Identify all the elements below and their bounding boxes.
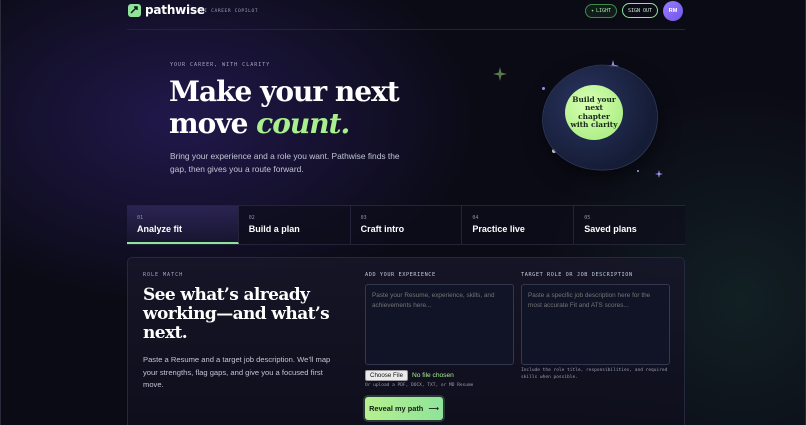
tab-label: Practice live — [472, 224, 525, 234]
hero-title-accent: count. — [256, 107, 350, 140]
panel-title: See what’s already working—and what’s ne… — [143, 285, 330, 343]
tab-build-plan[interactable]: 02 Build a plan — [238, 206, 351, 244]
experience-input[interactable] — [365, 284, 514, 365]
step-tabs: 01 Analyze fit 02 Build a plan 03 Craft … — [127, 205, 685, 245]
hero-subtitle: Bring your experience and a role you wan… — [170, 151, 400, 174]
theme-toggle-label: LIGHT — [595, 8, 612, 14]
tab-number: 01 — [137, 215, 144, 221]
tab-label: Build a plan — [248, 224, 300, 234]
choose-file-button[interactable]: Choose File — [365, 370, 409, 381]
tab-saved-plans[interactable]: 05 Saved plans — [574, 206, 685, 244]
sun-icon: ✦ — [590, 8, 594, 14]
panel-subtitle: Paste a Resume and a target job descript… — [143, 355, 331, 389]
tab-number: 02 — [248, 215, 255, 221]
hero-title-line1: Make your next — [169, 75, 400, 108]
app-frame: pathwise AI CAREER COPILOT ✦ LIGHT SIGN … — [0, 0, 806, 425]
tab-number: 04 — [472, 215, 479, 221]
brand-tagline: AI CAREER COPILOT — [201, 9, 259, 14]
tab-number: 05 — [584, 215, 591, 221]
tab-analyze-fit[interactable]: 01 Analyze fit — [127, 206, 239, 244]
tab-number: 03 — [360, 215, 367, 221]
theme-toggle-button[interactable]: ✦ LIGHT — [585, 4, 617, 18]
logo-icon — [128, 4, 141, 17]
role-match-panel: ROLE MATCH See what’s already working—an… — [127, 257, 685, 425]
file-status: No file chosen — [412, 372, 454, 379]
tab-craft-intro[interactable]: 03 Craft intro — [350, 206, 463, 244]
hero-title: Make your next move count. — [169, 76, 429, 140]
arrow-right-icon: ⟶ — [428, 404, 439, 413]
tab-label: Analyze fit — [137, 224, 183, 234]
upload-hint: Or upload a PDF, DOCX, TXT, or MD Resume — [365, 383, 474, 388]
user-avatar[interactable]: RM — [663, 1, 683, 21]
top-bar: pathwise AI CAREER COPILOT ✦ LIGHT SIGN … — [127, 0, 685, 30]
experience-label: ADD YOUR EXPERIENCE — [365, 272, 436, 278]
file-upload-row: Choose File No file chosen — [365, 370, 454, 381]
tab-label: Saved plans — [584, 224, 637, 234]
hero-title-plain: move — [169, 107, 248, 140]
target-hint: Include the role title, responsibilities… — [521, 368, 668, 380]
cta-label: Reveal my path — [369, 404, 424, 413]
orb-badge: Build your next chapter with clarity — [565, 85, 623, 140]
sparkle-icon — [493, 67, 507, 81]
brand-name[interactable]: pathwise — [145, 3, 205, 17]
target-label: TARGET ROLE OR JOB DESCRIPTION — [521, 272, 633, 278]
hero-eyebrow: YOUR CAREER, WITH CLARITY — [170, 62, 271, 68]
tab-label: Craft intro — [360, 224, 405, 234]
hero-orb: Build your next chapter with clarity — [536, 58, 664, 178]
sign-out-button[interactable]: SIGN OUT — [622, 3, 658, 18]
hero-title-line2: move count. — [169, 108, 429, 140]
reveal-path-button[interactable]: Reveal my path ⟶ — [365, 397, 443, 420]
panel-eyebrow: ROLE MATCH — [143, 272, 184, 278]
target-input[interactable] — [521, 284, 670, 365]
tab-practice-live[interactable]: 04 Practice live — [462, 206, 575, 244]
